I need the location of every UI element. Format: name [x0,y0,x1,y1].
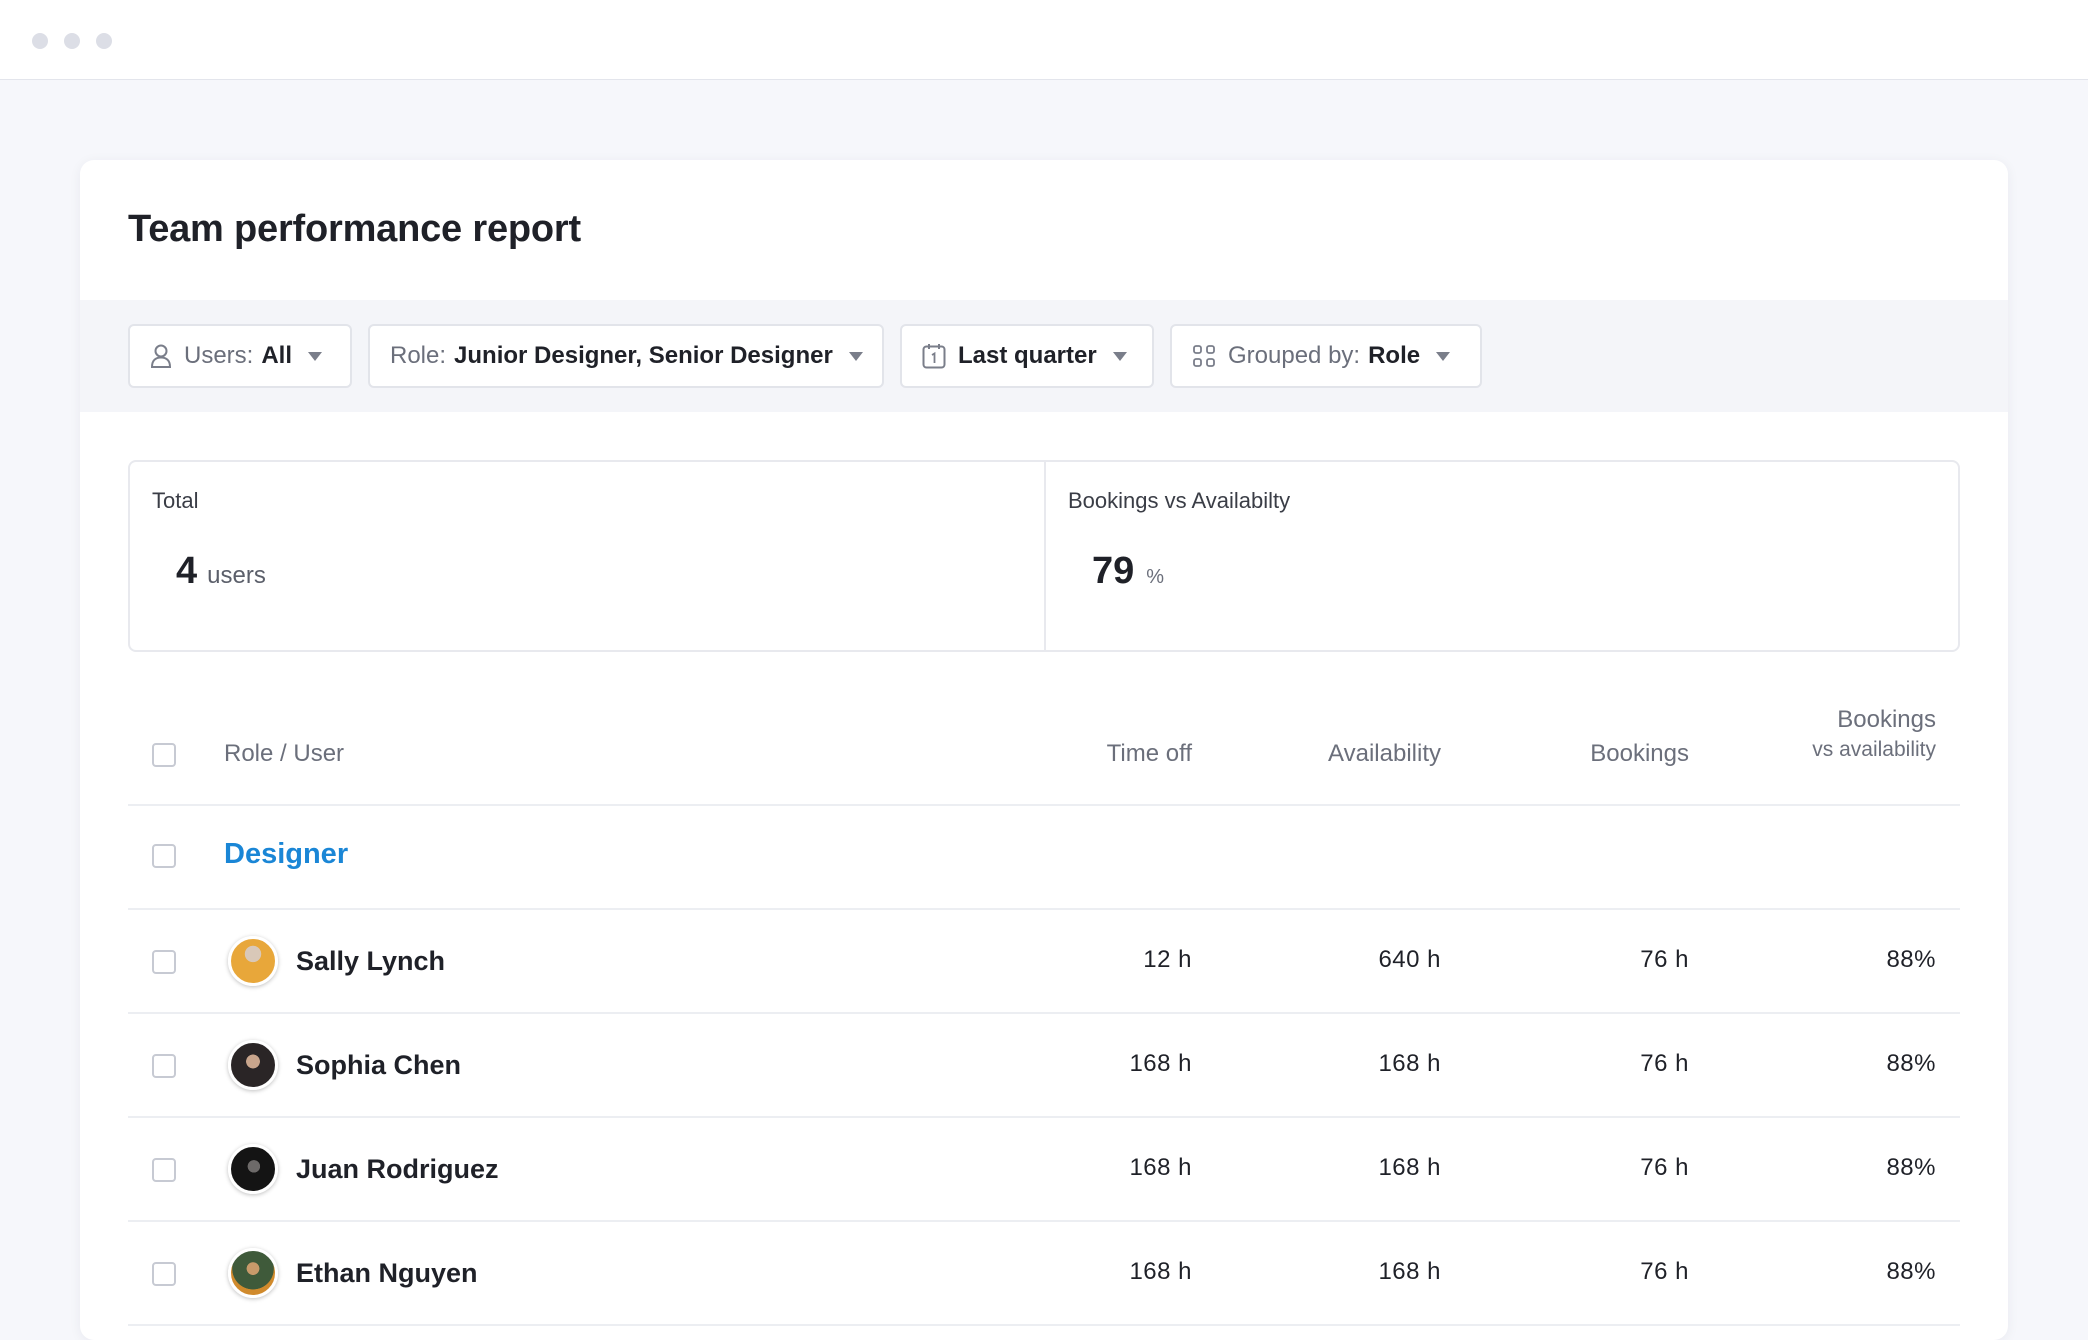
bva-percent-value: 88% [1886,1258,1936,1285]
header-bookings[interactable]: Bookings [1590,740,1689,768]
avatar [228,936,278,986]
user-name[interactable]: Sophia Chen [296,1050,461,1081]
page-title: Team performance report [128,208,581,250]
header-bva-line1[interactable]: Bookings [1837,706,1936,734]
bookings-value: 76 h [1640,946,1689,973]
avatar [228,1144,278,1194]
table-header: Role / User Time off Availability Bookin… [128,680,1960,806]
bva-unit: % [1146,566,1165,588]
bookings-value: 76 h [1640,1154,1689,1181]
bva-percent-value: 88% [1886,946,1936,973]
summary-stats: Total 4 users Bookings vs Availabilty 79… [128,460,1960,652]
header-time-off[interactable]: Time off [1107,740,1192,768]
users-filter-label: Users: [184,342,254,369]
bva-percent-value: 88% [1886,1154,1936,1181]
availability-value: 168 h [1378,1050,1441,1077]
table-row[interactable]: Sophia Chen 168 h 168 h 76 h 88% [128,1014,1960,1118]
date-range-filter[interactable]: Last quarter [900,324,1154,388]
grid-icon [1192,344,1216,368]
bva-percent-value: 88% [1886,1050,1936,1077]
bookings-value: 76 h [1640,1050,1689,1077]
window-dot-minimize[interactable] [64,33,80,49]
bva-value: 79 [1092,550,1135,592]
header-availability[interactable]: Availability [1328,740,1441,768]
report-card: Team performance report Users: All Role:… [80,160,2008,1340]
filter-bar: Users: All Role: Junior Designer, Senior… [80,300,2008,412]
time-off-value: 12 h [1143,946,1192,973]
bva-label: Bookings vs Availabilty [1068,488,1291,513]
window-dot-close[interactable] [32,33,48,49]
total-label: Total [152,488,199,513]
time-off-value: 168 h [1129,1154,1192,1181]
group-name[interactable]: Designer [224,838,348,871]
row-checkbox[interactable] [152,1158,176,1182]
avatar [228,1248,278,1298]
row-checkbox[interactable] [152,1262,176,1286]
row-checkbox[interactable] [152,1054,176,1078]
total-value-group: 4 users [176,550,266,593]
header-role-user[interactable]: Role / User [224,740,344,768]
calendar-icon [922,343,946,369]
chevron-down-icon [1436,351,1451,361]
user-name[interactable]: Sally Lynch [296,946,445,977]
role-filter-value: Junior Designer, Senior Designer [454,342,833,369]
bookings-value: 76 h [1640,1258,1689,1285]
chevron-down-icon [308,351,323,361]
time-off-value: 168 h [1129,1258,1192,1285]
role-filter-label: Role: [390,342,447,369]
table-row[interactable]: Sally Lynch 12 h 640 h 76 h 88% [128,910,1960,1014]
availability-value: 168 h [1378,1258,1441,1285]
group-row-designer[interactable]: Designer [128,806,1960,910]
role-filter[interactable]: Role: Junior Designer, Senior Designer [368,324,884,388]
availability-value: 168 h [1378,1154,1441,1181]
date-range-value: Last quarter [958,342,1097,369]
select-all-checkbox[interactable] [152,743,176,767]
total-users-value: 4 [176,550,198,592]
group-by-label: Grouped by: [1228,342,1361,369]
users-filter-value: All [261,342,293,369]
bva-value-group: 79 % [1092,550,1164,593]
users-filter[interactable]: Users: All [128,324,352,388]
window-titlebar [0,0,2088,80]
availability-value: 640 h [1378,946,1441,973]
table-row[interactable]: Ethan Nguyen 168 h 168 h 76 h 88% [128,1222,1960,1326]
user-name[interactable]: Juan Rodriguez [296,1154,499,1185]
header-bva-line2[interactable]: vs availability [1812,738,1936,762]
bookings-vs-availability-stat: Bookings vs Availabilty 79 % [1046,462,1958,650]
group-by-value: Role [1368,342,1421,369]
row-checkbox[interactable] [152,950,176,974]
user-icon [150,343,172,369]
window-dot-maximize[interactable] [96,33,112,49]
total-users-unit: users [207,562,266,589]
chevron-down-icon [1112,351,1127,361]
user-name[interactable]: Ethan Nguyen [296,1258,478,1289]
time-off-value: 168 h [1129,1050,1192,1077]
group-checkbox[interactable] [152,844,176,868]
avatar [228,1040,278,1090]
group-by-filter[interactable]: Grouped by: Role [1170,324,1482,388]
table-row[interactable]: Juan Rodriguez 168 h 168 h 76 h 88% [128,1118,1960,1222]
chevron-down-icon [848,351,863,361]
total-users-stat: Total 4 users [130,462,1044,650]
